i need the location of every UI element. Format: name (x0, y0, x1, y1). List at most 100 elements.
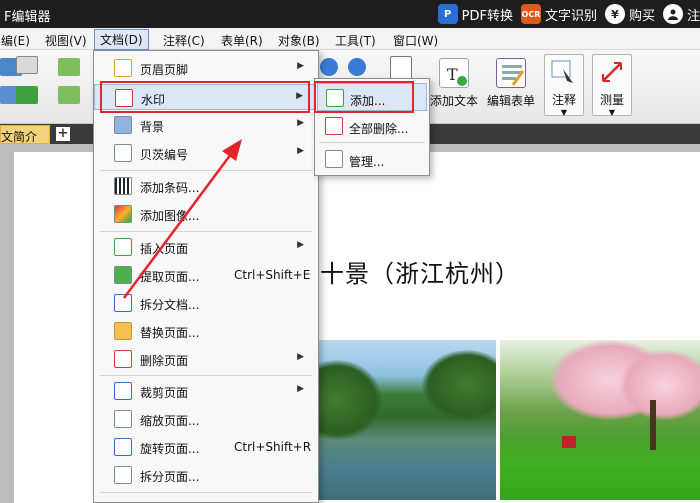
buy-label: 购买 (628, 8, 655, 24)
crop-page-icon (114, 382, 132, 400)
measure-label: 测量 (599, 93, 624, 107)
menu-item-scale-page[interactable]: 缩放页面... (94, 406, 318, 432)
edit-form-icon (496, 58, 526, 88)
text-tool-icon[interactable] (390, 56, 412, 80)
menu-tools[interactable]: 工具(T) (332, 31, 379, 50)
register-label: 注 (686, 8, 700, 24)
bates-numbering-icon (114, 144, 132, 162)
header-footer-icon (114, 59, 132, 77)
background-icon (114, 116, 132, 134)
app-title: F编辑器 (4, 10, 51, 25)
pdf-icon: P (437, 4, 458, 24)
menu-separator (100, 492, 312, 493)
menu-view[interactable]: 视图(V) (42, 31, 90, 50)
menu-separator (100, 375, 312, 376)
menu-bar: 编(E) 视图(V) 文档(D) 注释(C) 表单(R) 对象(B) 工具(T)… (0, 28, 700, 50)
annotate-label: 注释 (551, 93, 576, 107)
menu-item-crop-page[interactable]: 裁剪页面 ▶ (94, 378, 318, 404)
menu-item-header-footer[interactable]: 页眉页脚 ▶ (94, 55, 318, 81)
submenu-item-manage[interactable]: 管理... (317, 145, 427, 173)
menu-separator (100, 231, 312, 232)
menu-item-delete-page[interactable]: 删除页面 ▶ (94, 346, 318, 372)
zoom-in-icon[interactable] (320, 58, 338, 76)
lake-photo (302, 340, 496, 500)
menu-item-split-page[interactable]: 拆分页面... (94, 462, 318, 488)
menu-form[interactable]: 表单(R) (218, 31, 266, 50)
print-icon[interactable] (16, 56, 38, 74)
edit-form-button[interactable]: 编辑表单 (487, 58, 535, 109)
add-text-button[interactable]: T 添加文本 (430, 58, 478, 109)
menu-item-rotate-page[interactable]: 旋转页面... Ctrl+Shift+R (94, 434, 318, 460)
menu-item-background[interactable]: 背景 ▶ (94, 112, 318, 138)
menu-document[interactable]: 文档(D) (94, 29, 149, 50)
back-icon[interactable] (58, 58, 80, 76)
menu-item-extract-page[interactable]: 提取页面... Ctrl+Shift+E (94, 262, 318, 288)
yen-icon: ¥ (604, 4, 625, 24)
email-icon[interactable] (16, 86, 38, 104)
delete-page-icon (114, 350, 132, 368)
document-heading: 十景（浙江杭州） (320, 260, 520, 288)
extract-page-icon (114, 266, 132, 284)
submenu-item-delete-all[interactable]: 全部删除... (317, 112, 427, 140)
add-text-icon: T (439, 58, 469, 88)
measure-dropdown-icon: ▼ (608, 108, 616, 117)
document-tab[interactable]: 文简介 (0, 125, 50, 144)
title-bar-actions: P PDF转换 OCR 文字识别 ¥ 购买 注 (430, 3, 700, 25)
blossom-photo (500, 340, 700, 500)
menu-item-bates-numbering[interactable]: 贝茨编号 ▶ (94, 140, 318, 166)
menu-comment[interactable]: 注释(C) (160, 31, 208, 50)
pdf-convert-label: PDF转换 (461, 8, 513, 24)
ocr-icon: OCR (520, 4, 541, 24)
submenu-arrow-icon: ▶ (297, 118, 304, 128)
image-icon (114, 205, 132, 223)
new-tab-button[interactable]: + (56, 127, 70, 141)
user-icon (662, 4, 683, 24)
menu-edit[interactable]: 编(E) (0, 31, 33, 50)
menu-separator (100, 170, 312, 171)
annotate-dropdown-icon: ▼ (560, 108, 568, 117)
submenu-arrow-icon: ▶ (297, 61, 304, 71)
menu-item-split-document[interactable]: 拆分文档... (94, 290, 318, 316)
document-tab-label: 文简介 (1, 130, 38, 144)
title-bar: F编辑器 P PDF转换 OCR 文字识别 ¥ 购买 注 (0, 0, 700, 28)
ocr-label: 文字识别 (544, 8, 597, 24)
insert-page-icon (114, 238, 132, 256)
menu-item-add-barcode[interactable]: 添加条码... (94, 173, 318, 199)
document-menu: 页眉页脚 ▶ 水印 ▶ 背景 ▶ 贝茨编号 ▶ 添加条码... 添加图像... … (93, 50, 319, 503)
rotate-page-shortcut: Ctrl+Shift+R (234, 440, 312, 454)
highlight-box-add (314, 81, 414, 113)
edit-form-label: 编辑表单 (487, 94, 536, 108)
menu-item-insert-page[interactable]: 插入页面 ▶ (94, 234, 318, 260)
pdf-convert-button[interactable]: P PDF转换 (437, 4, 513, 24)
highlight-box-watermark (100, 81, 310, 113)
measure-icon (597, 57, 627, 87)
menu-separator (319, 142, 425, 143)
split-document-icon (114, 294, 132, 312)
buy-button[interactable]: ¥ 购买 (604, 4, 655, 24)
register-button[interactable]: 注 (662, 4, 700, 24)
zoom-out-icon[interactable] (348, 58, 366, 76)
ocr-button[interactable]: OCR 文字识别 (520, 4, 597, 24)
forward-icon[interactable] (58, 86, 80, 104)
submenu-arrow-icon: ▶ (297, 240, 304, 250)
menu-window[interactable]: 窗口(W) (390, 31, 441, 50)
menu-item-add-image[interactable]: 添加图像... (94, 201, 318, 227)
submenu-arrow-icon: ▶ (297, 146, 304, 156)
split-page-icon (114, 466, 132, 484)
barcode-icon (114, 177, 132, 195)
measure-button[interactable]: 测量 ▼ (592, 54, 632, 117)
rotate-page-icon (114, 438, 132, 456)
menu-object[interactable]: 对象(B) (275, 31, 323, 50)
submenu-arrow-icon: ▶ (297, 352, 304, 362)
replace-page-icon (114, 322, 132, 340)
delete-watermark-icon (325, 117, 343, 135)
menu-item-replace-page[interactable]: 替换页面... (94, 318, 318, 344)
extract-page-shortcut: Ctrl+Shift+E (234, 268, 311, 282)
scale-page-icon (114, 410, 132, 428)
annotate-icon (549, 57, 579, 87)
manage-watermark-icon (325, 150, 343, 168)
svg-text:T: T (447, 65, 458, 84)
submenu-arrow-icon: ▶ (297, 384, 304, 394)
add-text-label: 添加文本 (430, 94, 479, 108)
annotate-button[interactable]: 注释 ▼ (544, 54, 584, 117)
